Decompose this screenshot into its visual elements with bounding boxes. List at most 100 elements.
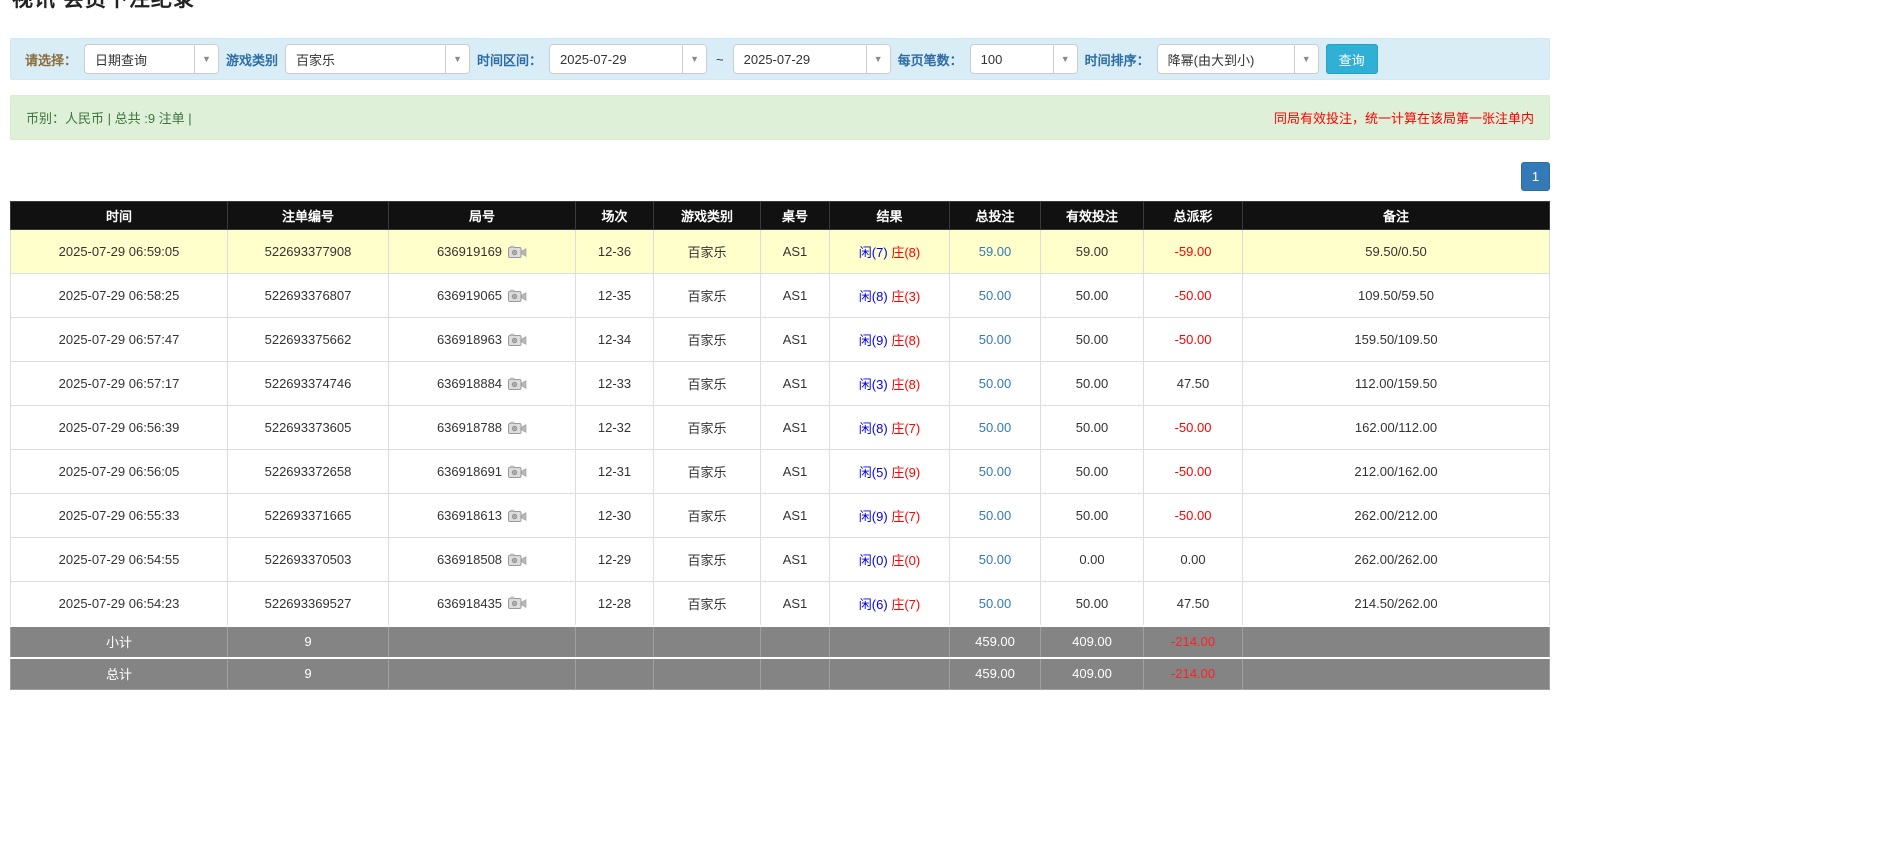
cell-game-type: 百家乐 [653,229,761,274]
footer-cell [829,624,950,658]
round-number: 636919065 [436,288,503,303]
page-title: 视讯 会员下注纪录 [12,0,195,13]
page-1-button[interactable]: 1 [1521,162,1550,191]
round-number: 636918788 [436,420,503,435]
total-row: 总计 9 459.00 409.00 -214.00 [10,656,1550,690]
cell-total-bet: 50.00 [949,405,1041,450]
player-result: 闲(5) [858,465,888,480]
total-bet-link[interactable]: 50.00 [979,288,1012,303]
total-bet-link[interactable]: 50.00 [979,464,1012,479]
cell-payout: -50.00 [1143,317,1243,362]
total-bet-link[interactable]: 50.00 [979,508,1012,523]
player-result: 闲(0) [858,553,888,568]
cell-bet-id: 522693370503 [227,537,389,582]
cell-remark: 262.00/212.00 [1242,493,1550,538]
cell-bet-id: 522693374746 [227,361,389,406]
cell-result: 闲(0) 庄(0) [829,537,950,582]
video-camera-glyph [508,596,527,610]
cell-bet-id: 522693371665 [227,493,389,538]
query-button[interactable]: 查询 [1325,44,1378,74]
chevron-down-icon: ▼ [682,45,707,73]
time-sort-label: 时间排序： [1084,52,1150,68]
footer-label: 小计 [10,624,228,658]
game-type-value: 百家乐 [296,52,336,68]
replay-video-icon[interactable] [508,333,527,347]
total-bet-link[interactable]: 50.00 [979,552,1012,567]
cell-table-no: AS1 [760,405,830,450]
banker-result: 庄(7) [891,509,921,524]
replay-video-icon[interactable] [508,421,527,435]
date-to-select[interactable]: 2025-07-29 ▼ [732,44,891,74]
cell-total-bet: 50.00 [949,581,1041,626]
video-camera-glyph [508,377,527,390]
game-type-label: 游戏类别 [226,52,279,68]
cell-total-bet: 50.00 [949,537,1041,582]
cell-result: 闲(8) 庄(3) [829,273,950,318]
footer-cell: -214.00 [1143,656,1243,690]
total-bet-link[interactable]: 50.00 [979,376,1012,391]
game-type-select[interactable]: 百家乐 ▼ [285,44,471,74]
chevron-down-icon: ▼ [865,45,890,73]
cell-table-no: AS1 [760,229,830,274]
column-header: 局号 [388,201,576,230]
column-header: 有效投注 [1040,201,1144,230]
total-bet-link[interactable]: 50.00 [979,332,1012,347]
player-result: 闲(6) [858,596,888,612]
cell-valid-bet: 50.00 [1040,405,1144,450]
replay-video-icon[interactable] [508,377,527,391]
chevron-down-icon: ▼ [1293,45,1318,73]
cell-valid-bet: 0.00 [1040,537,1144,582]
range-separator: ~ [716,51,724,67]
cell-result: 闲(5) 庄(9) [829,449,950,494]
replay-video-icon[interactable] [508,245,527,259]
replay-video-icon[interactable] [508,465,527,479]
cell-total-bet: 50.00 [949,493,1041,538]
table-row: 2025-07-29 06:54:55 522693370503 636918508… [10,537,1550,582]
footer-cell [653,624,761,658]
chevron-down-icon: ▼ [1052,45,1077,73]
query-type-select[interactable]: 日期查询 ▼ [84,44,220,74]
table-row: 2025-07-29 06:54:23 522693369527 636918435… [10,581,1550,626]
footer-cell [388,656,576,690]
currency-total-text: 币别：人民币 | 总共 :9 注单 | [26,111,192,126]
footer-cell [829,656,950,690]
footer-cell [653,656,761,690]
round-number: 636918691 [436,464,503,479]
table-row: 2025-07-29 06:56:05 522693372658 636918691… [10,449,1550,494]
banker-result: 庄(8) [891,377,921,392]
pagination: 1 [10,162,1550,191]
cell-result: 闲(7) 庄(8) [829,229,950,274]
round-number: 636918884 [436,376,503,391]
replay-video-icon[interactable] [508,509,527,523]
footer-cell [575,656,654,690]
video-camera-glyph [508,245,527,258]
cell-round: 636918884 [388,361,576,406]
banker-result: 庄(0) [891,553,921,568]
table-header: 时间 注单编号 局号 场次 游戏类别 桌号 结果 总投注 有效投注 总派彩 备注 [10,201,1550,230]
cell-session: 12-33 [575,361,654,406]
footer-cell [760,624,830,658]
per-page-select[interactable]: 100 ▼ [969,44,1078,74]
table-row: 2025-07-29 06:57:47 522693375662 636918963… [10,317,1550,362]
total-bet-link[interactable]: 50.00 [979,596,1012,611]
cell-game-type: 百家乐 [653,581,761,626]
table-row: 2025-07-29 06:59:05 522693377908 636919169… [10,229,1550,274]
date-from-select[interactable]: 2025-07-29 ▼ [549,44,708,74]
cell-time: 2025-07-29 06:54:55 [10,537,228,582]
video-camera-glyph [508,465,527,478]
column-header: 备注 [1242,201,1550,230]
time-sort-select[interactable]: 降幂(由大到小) ▼ [1156,44,1319,74]
video-camera-glyph [508,333,527,346]
cell-valid-bet: 59.00 [1040,229,1144,274]
replay-video-icon[interactable] [508,289,527,303]
total-bet-link[interactable]: 50.00 [979,420,1012,435]
replay-video-icon[interactable] [508,596,527,610]
total-bet-link[interactable]: 59.00 [979,244,1012,259]
cell-time: 2025-07-29 06:59:05 [10,229,228,274]
cell-total-bet: 59.00 [949,229,1041,274]
time-sort-value: 降幂(由大到小) [1167,52,1255,68]
cell-round: 636919169 [388,229,576,274]
cell-payout: -50.00 [1143,405,1243,450]
replay-video-icon[interactable] [508,553,527,567]
cell-bet-id: 522693372658 [227,449,389,494]
